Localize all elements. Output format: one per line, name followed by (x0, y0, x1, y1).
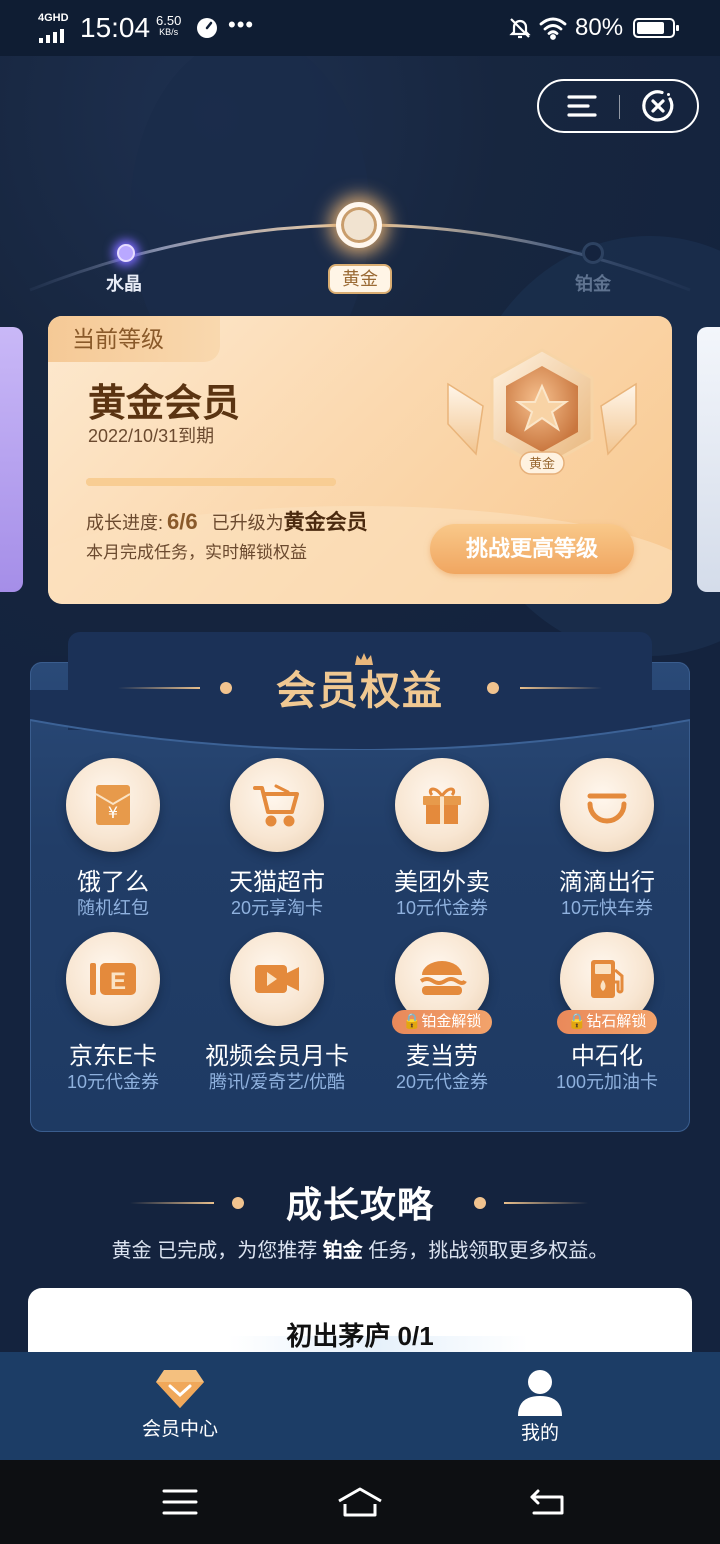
upgraded-prefix: 已升级为 (211, 513, 284, 533)
bottom-tab-bar (0, 1352, 720, 1460)
red-envelope-icon: ¥ (66, 758, 160, 852)
platinum-unlock-tag: 🔒铂金解锁 (392, 1010, 492, 1034)
home-icon (338, 1487, 382, 1517)
network-speed: 6.50 KB/s (156, 14, 181, 38)
svg-text:E: E (110, 968, 126, 995)
gift-box-icon (395, 758, 489, 852)
level-platinum-marker[interactable] (582, 242, 604, 264)
level-gold-label[interactable]: 黄金 (328, 264, 392, 294)
back-icon (530, 1489, 564, 1515)
benefit-desc: 10元快车券 (560, 898, 654, 918)
progress-value: 6/6 (167, 509, 198, 534)
growth-guide-subtitle: 黄金 已完成，为您推荐 铂金 任务，挑战领取更多权益。 (0, 1234, 720, 1263)
speed-value: 6.50 (156, 13, 182, 28)
benefit-jd-ecard[interactable]: E 京东E卡 10元代金券 (38, 932, 188, 1092)
benefit-name: 美团外卖 (394, 869, 490, 896)
close-button[interactable] (625, 81, 691, 131)
battery-icon (633, 18, 679, 38)
benefit-sinopec[interactable]: 🔒钻石解锁 中石化 100元加油卡 (532, 932, 682, 1092)
growth-guide-title: 成长攻略 (285, 1184, 434, 1225)
challenge-higher-level-button[interactable]: 挑战更高等级 (430, 524, 634, 574)
more-notifications-icon: ••• (228, 12, 255, 37)
tab-member-center[interactable]: 会员中心 (120, 1360, 240, 1450)
svg-text:¥: ¥ (108, 803, 118, 822)
benefit-desc: 10元代金券 (66, 1072, 160, 1092)
benefit-name: 京东E卡 (68, 1043, 157, 1070)
upgraded-level: 黄金会员 (283, 511, 368, 534)
menu-button[interactable] (549, 81, 615, 131)
current-level-card: 当前等级 黄金会员 2022/10/31到期 成长进度: 6/6 已升级为黄金会员 … (48, 316, 672, 604)
progress-fill (86, 478, 336, 486)
shopping-cart-icon (230, 758, 324, 852)
benefit-desc: 20元代金券 (395, 1072, 489, 1092)
task-title: 初出茅庐 0/1 (286, 1321, 434, 1351)
signal-icon: 4GHD (38, 12, 72, 43)
crown-icon (355, 653, 373, 665)
tab-mine[interactable]: 我的 (480, 1360, 600, 1450)
speed-unit: KB/s (159, 27, 179, 37)
benefit-didi[interactable]: 滴滴出行 10元快车券 (532, 758, 682, 918)
benefits-title: 会员权益 (276, 669, 444, 713)
benefit-desc: 10元代金券 (395, 898, 489, 918)
tab-label: 我的 (520, 1423, 559, 1444)
mini-program-capsule (537, 79, 699, 133)
back-button[interactable] (508, 1472, 588, 1532)
video-camera-icon (230, 932, 324, 1026)
benefit-desc: 随机红包 (77, 898, 149, 918)
progress-bar (86, 478, 336, 486)
crystal-level-card-peek[interactable] (0, 327, 23, 592)
benefit-name: 麦当劳 (406, 1043, 478, 1070)
diamond-icon (156, 1370, 204, 1408)
benefit-eleme[interactable]: ¥ 饿了么 随机红包 (38, 758, 188, 918)
level-gold-marker[interactable] (336, 202, 382, 248)
benefit-name: 视频会员月卡 (205, 1043, 349, 1070)
benefit-tmall[interactable]: 天猫超市 20元享淘卡 (202, 758, 352, 918)
progress-subtitle: 本月完成任务，实时解锁权益 (86, 543, 307, 562)
level-crystal-marker[interactable] (117, 244, 135, 262)
status-time: 15:04 (80, 12, 151, 43)
sub-mid: 已完成，为您推荐 (157, 1240, 318, 1262)
battery-percent: 80% (575, 14, 624, 41)
gauge-icon (197, 18, 217, 38)
benefit-mcdonalds[interactable]: 🔒铂金解锁 麦当劳 20元代金券 (367, 932, 517, 1092)
expiry-date: 2022/10/31到期 (88, 426, 215, 446)
sub-end: 任务，挑战领取更多权益。 (368, 1240, 609, 1262)
benefit-name: 饿了么 (77, 869, 149, 896)
level-platinum-label[interactable]: 铂金 (575, 270, 611, 296)
bell-muted-icon (508, 16, 532, 45)
close-icon (642, 90, 674, 122)
tab-label: 会员中心 (141, 1419, 218, 1440)
lock-text: 铂金解锁 (421, 1013, 482, 1030)
user-icon (518, 1370, 562, 1416)
platinum-level-card-peek[interactable] (697, 327, 720, 592)
benefit-name: 天猫超市 (229, 869, 325, 896)
benefit-desc: 腾讯/爱奇艺/优酷 (208, 1072, 345, 1092)
badge-label: 黄金 (529, 456, 555, 471)
benefit-name: 中石化 (571, 1043, 643, 1070)
e-card-icon: E (66, 932, 160, 1026)
menu-icon (567, 95, 597, 117)
benefit-video-vip[interactable]: 视频会员月卡 腾讯/爱奇艺/优酷 (202, 932, 352, 1092)
sub-target: 铂金 (322, 1240, 363, 1262)
sub-level: 黄金 (111, 1240, 152, 1262)
benefit-name: 滴滴出行 (559, 869, 655, 896)
level-crystal-label[interactable]: 水晶 (106, 270, 142, 296)
recents-icon (162, 1489, 198, 1515)
recents-button[interactable] (140, 1472, 220, 1532)
progress-label: 成长进度: (86, 513, 164, 533)
home-button[interactable] (320, 1472, 400, 1532)
network-type: 4GHD (38, 12, 69, 24)
wifi-icon (539, 16, 567, 45)
benefit-meituan[interactable]: 美团外卖 10元代金券 (367, 758, 517, 918)
progress-text: 成长进度: 6/6 已升级为黄金会员 (86, 506, 368, 536)
member-level-title: 黄金会员 (88, 383, 241, 425)
didi-icon (560, 758, 654, 852)
current-level-tab: 当前等级 (48, 316, 220, 362)
benefit-desc: 100元加油卡 (555, 1072, 659, 1092)
gold-badge-icon: 黄金 (447, 348, 637, 475)
benefit-desc: 20元享淘卡 (230, 898, 324, 918)
diamond-unlock-tag: 🔒钻石解锁 (557, 1010, 657, 1034)
lock-text: 钻石解锁 (586, 1013, 647, 1030)
